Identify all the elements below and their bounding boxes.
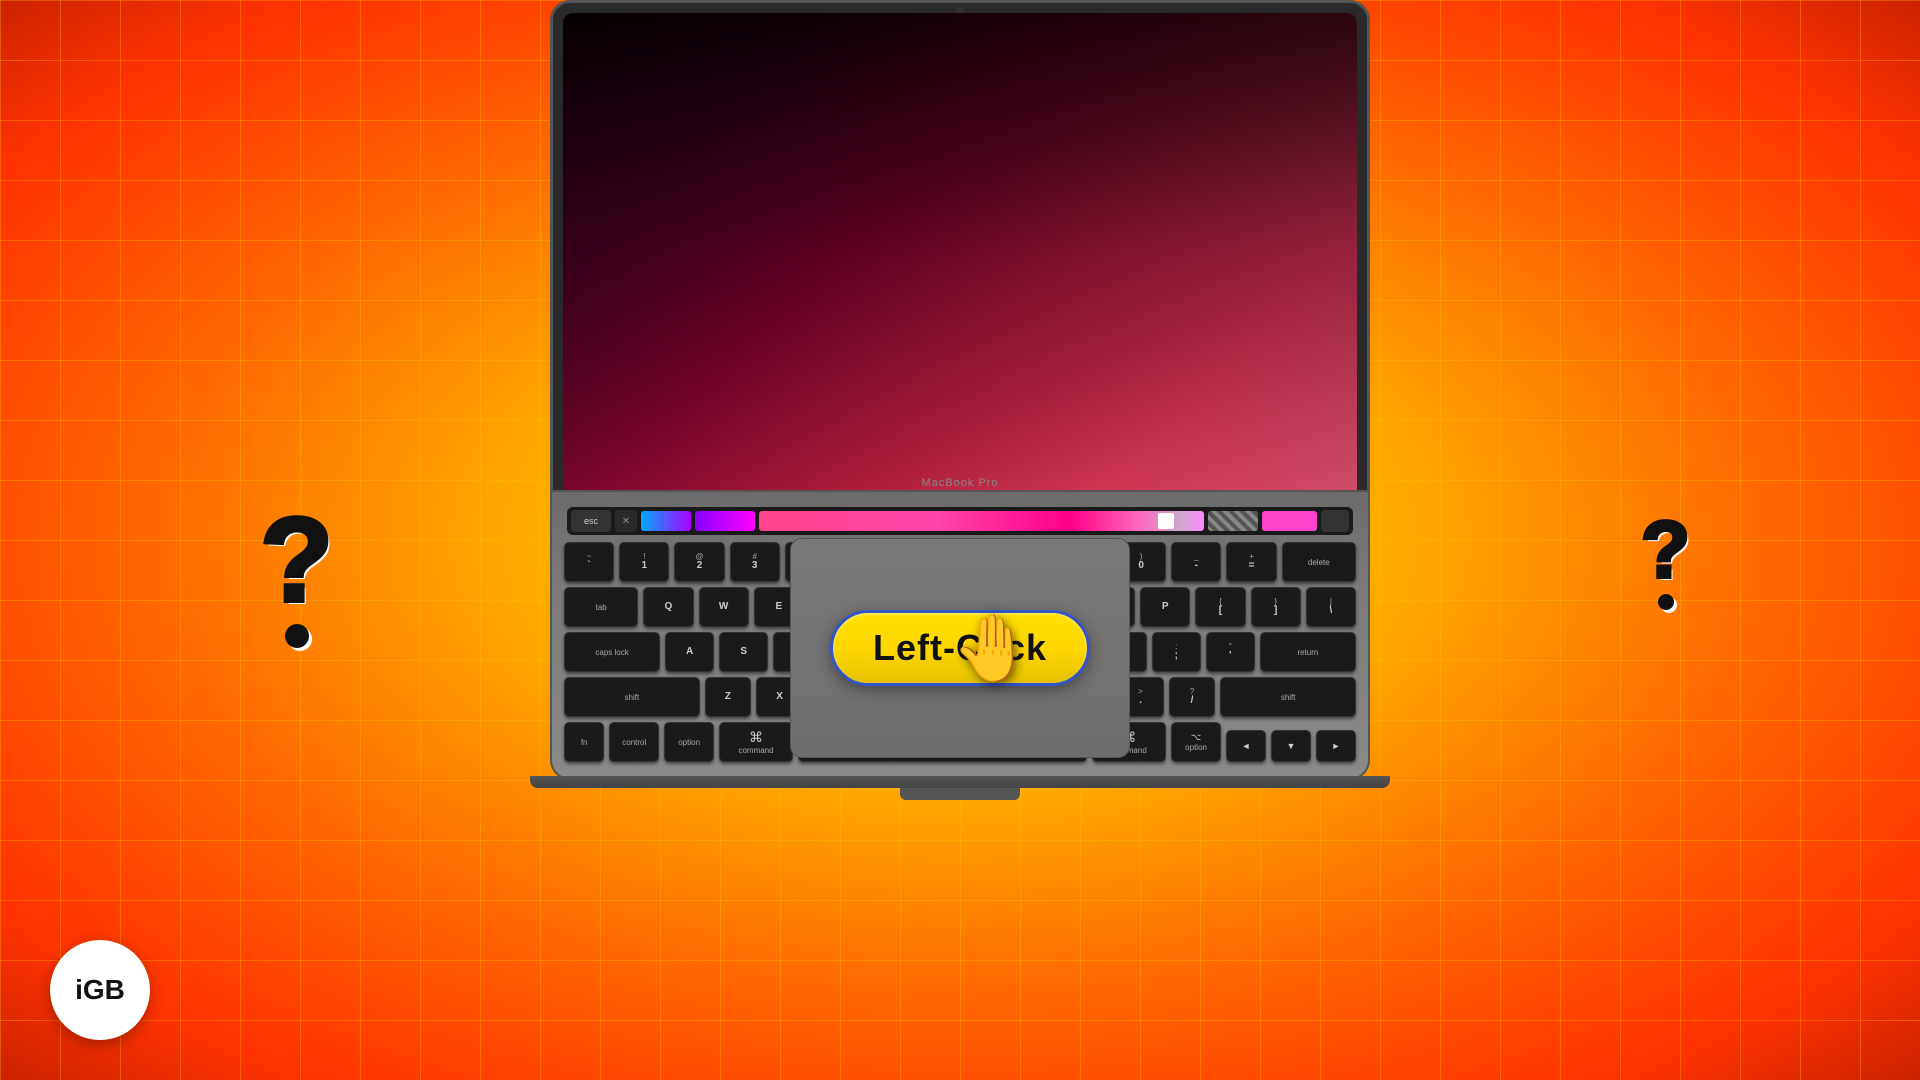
tb-slider xyxy=(759,511,1204,531)
key-w[interactable]: W xyxy=(699,587,749,627)
tb-slider-handle xyxy=(1158,513,1174,529)
key-3[interactable]: #3 xyxy=(730,542,780,582)
tb-power xyxy=(1321,510,1349,532)
esc-key[interactable]: esc xyxy=(571,510,611,532)
key-capslock[interactable]: caps lock xyxy=(564,632,660,672)
igb-logo-text: iGB xyxy=(75,974,125,1006)
key-minus[interactable]: _- xyxy=(1171,542,1221,582)
screen-display xyxy=(563,13,1357,497)
key-1[interactable]: !1 xyxy=(619,542,669,582)
question-symbol-right: ? xyxy=(1641,510,1690,610)
key-z[interactable]: Z xyxy=(705,677,752,717)
question-mark-left: ? xyxy=(260,500,333,648)
key-p[interactable]: P xyxy=(1140,587,1190,627)
key-shift-right[interactable]: shift xyxy=(1220,677,1356,717)
macbook-bottom-bar xyxy=(530,776,1390,788)
key-arrow-right[interactable]: ► xyxy=(1316,730,1356,762)
key-equals[interactable]: += xyxy=(1226,542,1276,582)
key-arrow-down[interactable]: ▼ xyxy=(1271,730,1311,762)
key-control[interactable]: control xyxy=(609,722,659,762)
key-rbracket[interactable]: }] xyxy=(1251,587,1301,627)
key-fn[interactable]: fn xyxy=(564,722,604,762)
question-mark-right: ? xyxy=(1641,510,1690,610)
key-return[interactable]: return xyxy=(1260,632,1356,672)
key-option-right[interactable]: ⌥option xyxy=(1171,722,1221,762)
key-command-left[interactable]: ⌘command xyxy=(719,722,793,762)
tb-gradient1 xyxy=(641,511,691,531)
key-semicolon[interactable]: :; xyxy=(1152,632,1201,672)
tb-checker xyxy=(1208,511,1258,531)
key-quote[interactable]: "' xyxy=(1206,632,1255,672)
macbook-notch xyxy=(900,788,1020,800)
question-symbol-left: ? xyxy=(260,500,333,648)
key-backslash[interactable]: |\ xyxy=(1306,587,1356,627)
key-tab[interactable]: tab xyxy=(564,587,638,627)
key-backtick[interactable]: ~` xyxy=(564,542,614,582)
key-q[interactable]: Q xyxy=(643,587,693,627)
key-2[interactable]: @2 xyxy=(674,542,724,582)
macbook-screen: MacBook Pro xyxy=(550,0,1370,500)
tb-gradient2 xyxy=(695,511,755,531)
key-option-left[interactable]: option xyxy=(664,722,714,762)
key-shift-left[interactable]: shift xyxy=(564,677,700,717)
key-slash[interactable]: ?/ xyxy=(1169,677,1216,717)
click-cursor-hand: 🤚 xyxy=(952,610,1033,686)
screen-overlay xyxy=(563,13,1357,497)
tb-close: ✕ xyxy=(615,510,637,532)
tb-pink xyxy=(1262,511,1317,531)
macbook-model-label: MacBook Pro xyxy=(921,477,998,489)
key-lbracket[interactable]: {[ xyxy=(1195,587,1245,627)
igb-logo: iGB xyxy=(50,940,150,1040)
key-arrow-left[interactable]: ◄ xyxy=(1226,730,1266,762)
key-a[interactable]: A xyxy=(665,632,714,672)
key-s[interactable]: S xyxy=(719,632,768,672)
touch-bar: esc ✕ xyxy=(567,507,1353,535)
key-delete[interactable]: delete xyxy=(1282,542,1356,582)
